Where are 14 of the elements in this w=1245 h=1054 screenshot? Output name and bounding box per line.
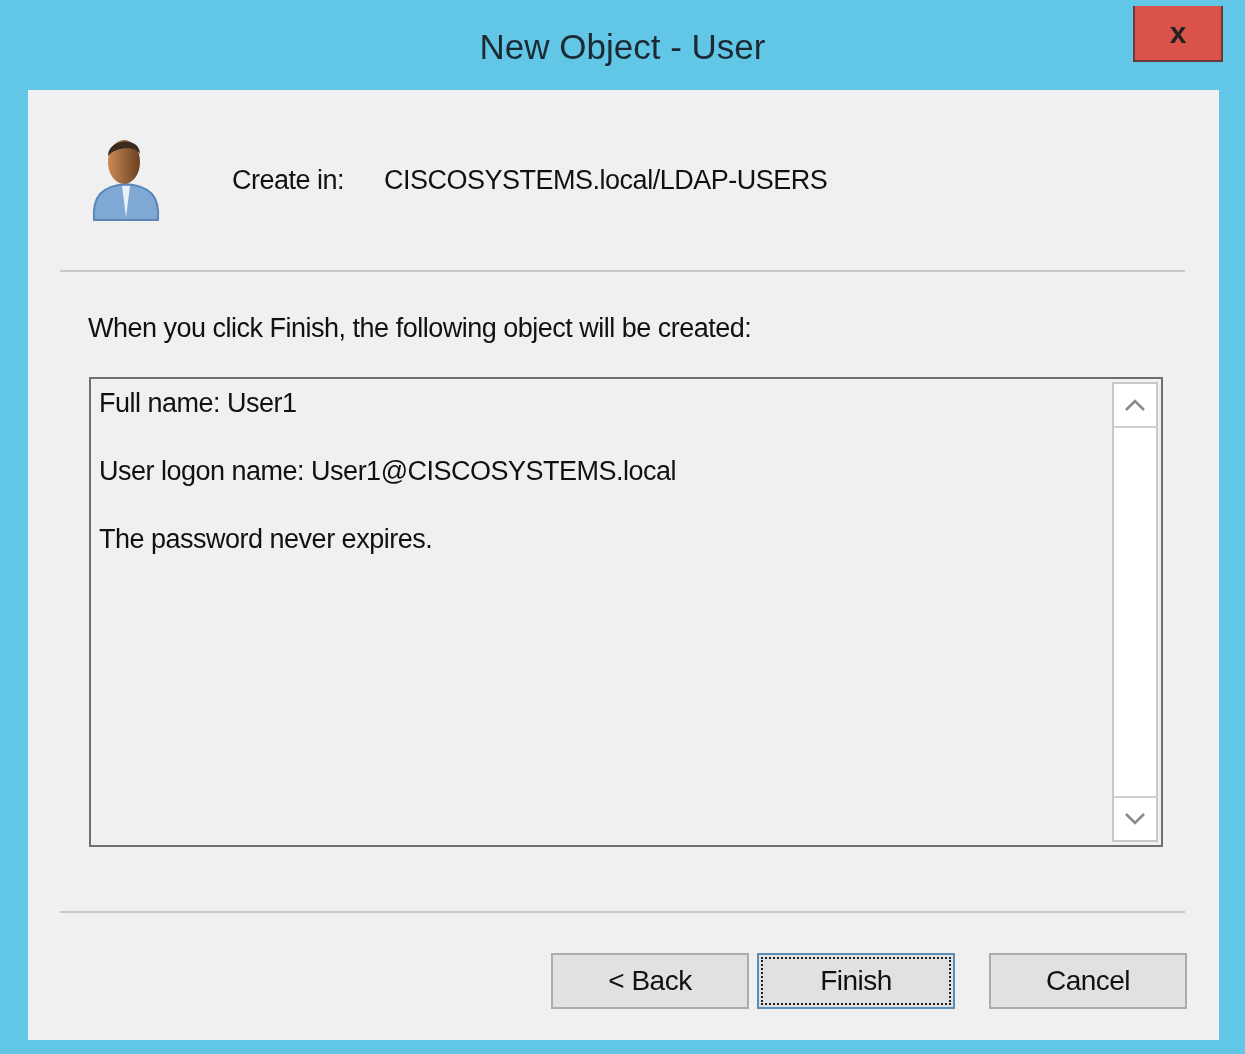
summary-line: The password never expires. [99,522,434,555]
summary-line: User logon name: User1@CISCOSYSTEMS.local [99,454,678,487]
summary-line: Full name: User1 [99,386,298,419]
dialog-button[interactable]: Finish [757,952,955,1009]
window-title: New Object - User [479,25,766,68]
close-button[interactable]: x [1133,6,1223,62]
container-path: CISCOSYSTEMS.local/LDAP-USERS [384,163,828,197]
create-in-label: Create in: [232,163,345,197]
dialog-button[interactable]: < Back [551,952,749,1009]
scroll-up-icon[interactable] [1124,397,1146,412]
dialog-button[interactable]: Cancel [989,952,1187,1009]
intro-text: When you click Finish, the following object will be created: [88,312,753,345]
scroll-down-icon[interactable] [1124,811,1146,826]
scrollbar[interactable] [1112,381,1158,842]
